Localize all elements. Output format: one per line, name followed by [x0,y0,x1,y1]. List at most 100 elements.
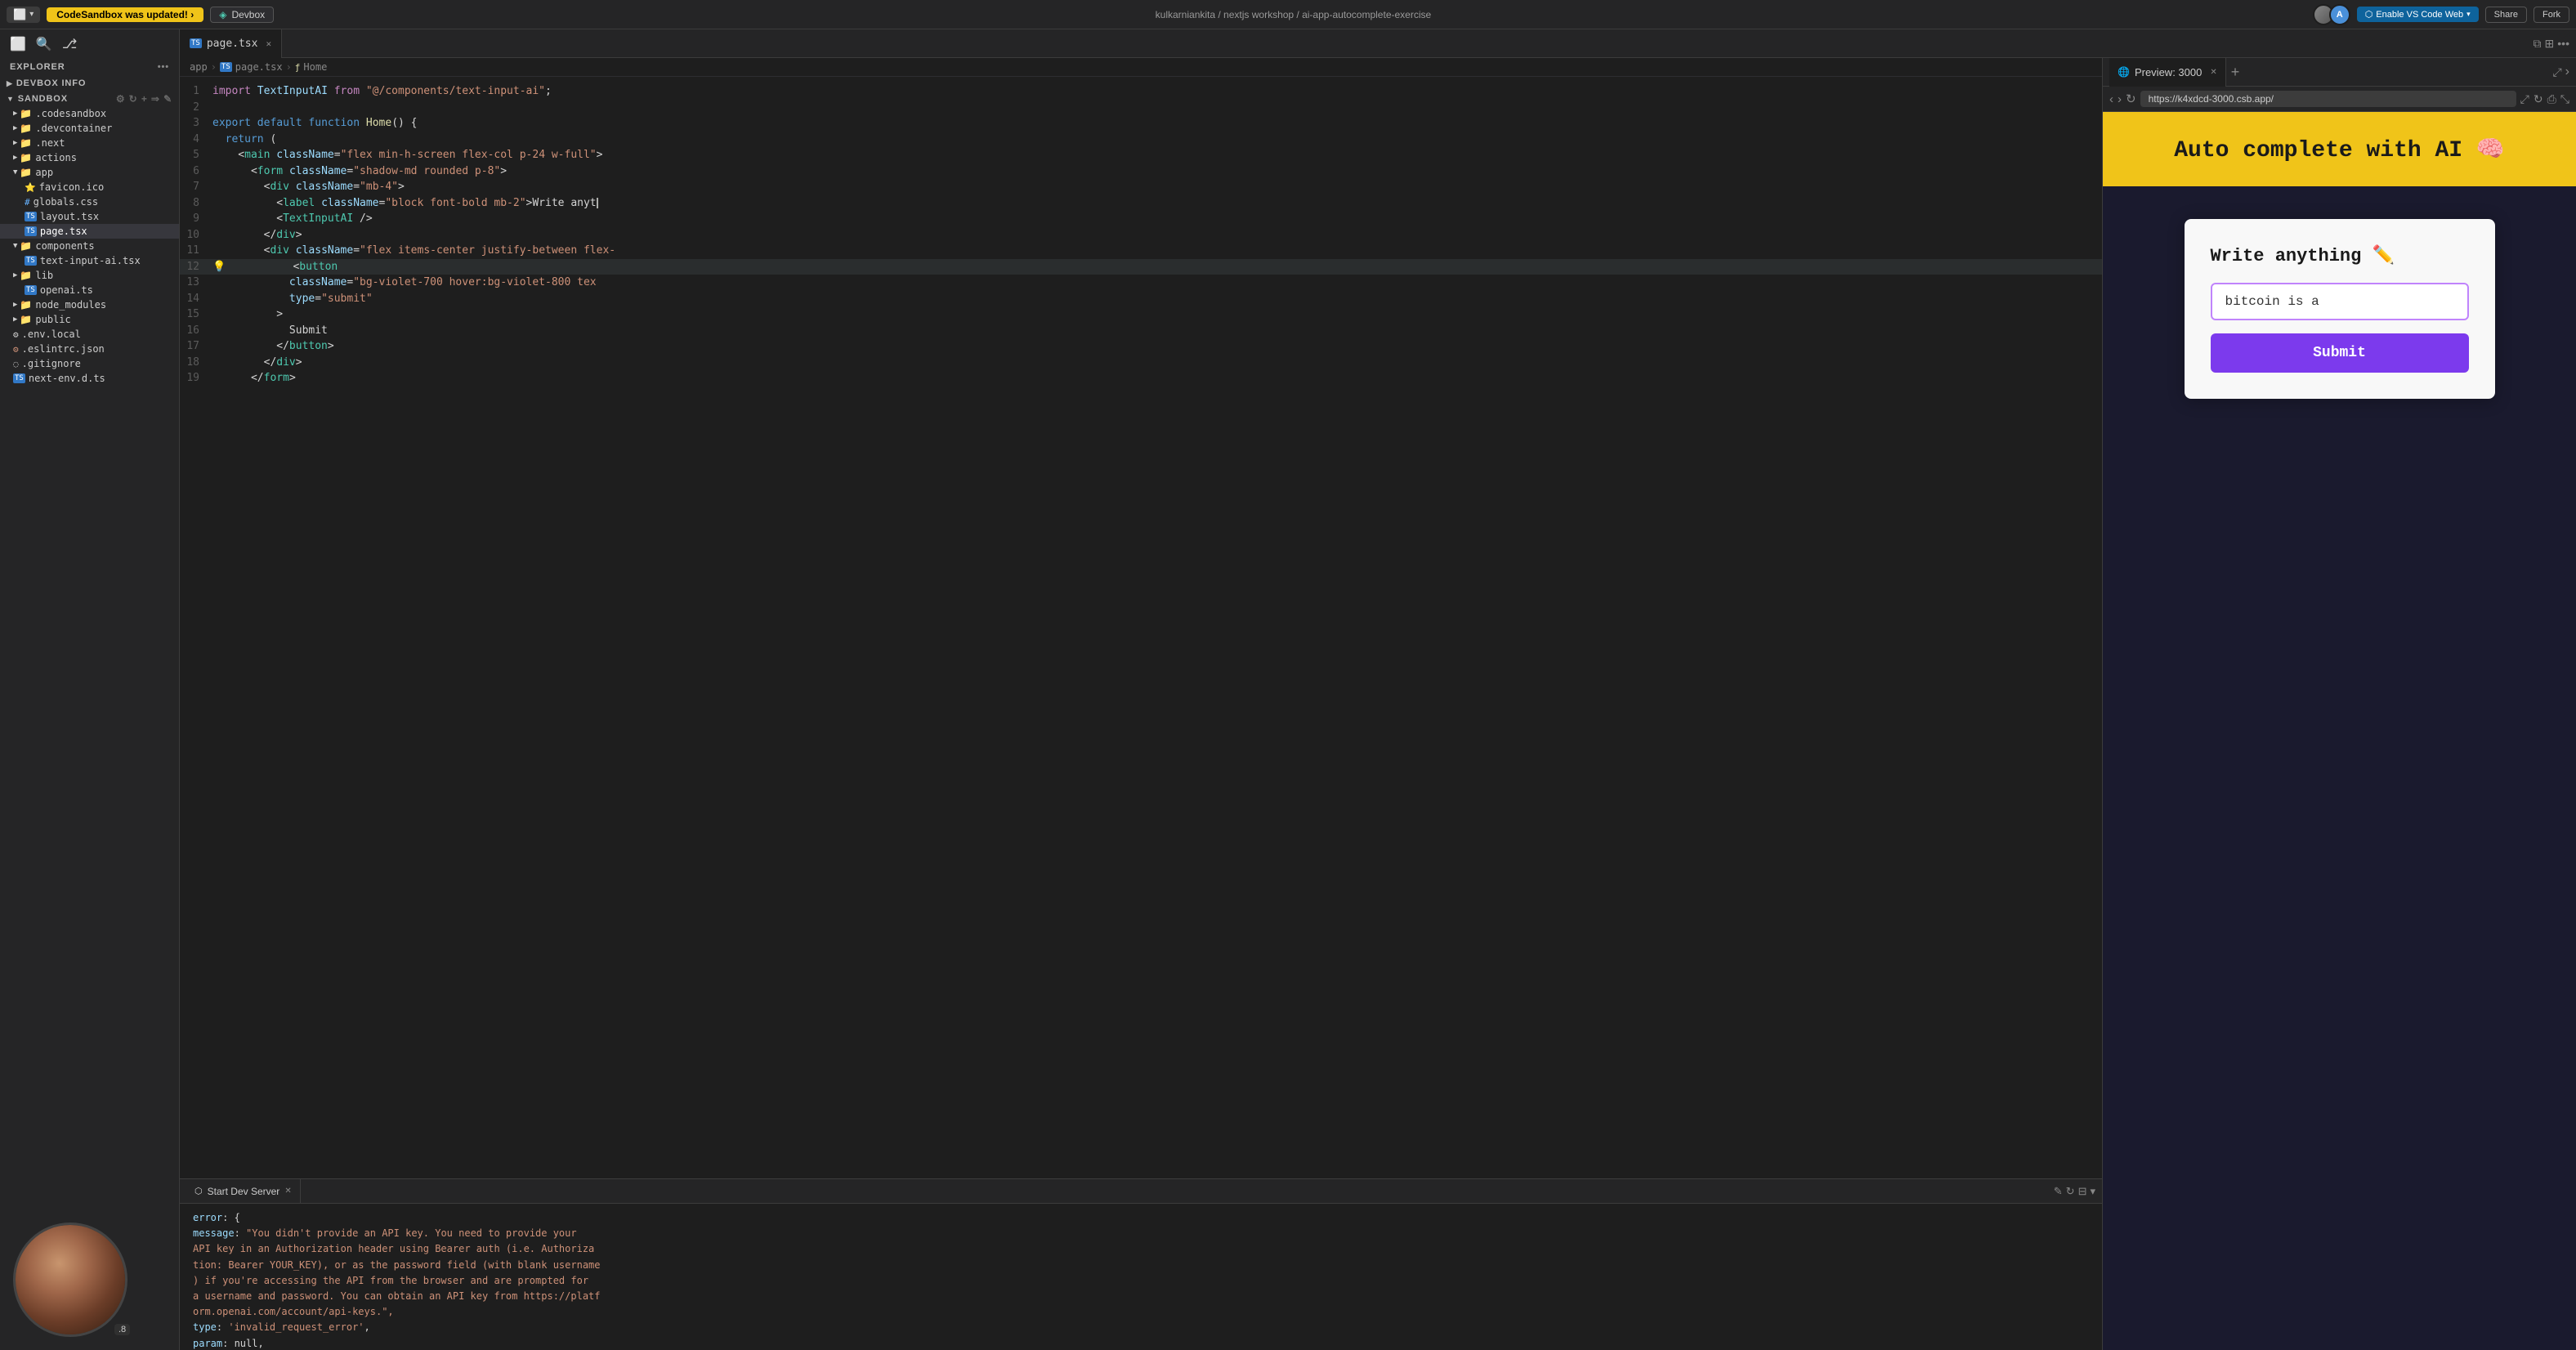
terminal-refresh-button[interactable]: ↻ [2066,1185,2075,1198]
file-icon-git: ◌ [13,359,19,369]
sidebar-item-nextenv[interactable]: TS next-env.d.ts [0,371,179,386]
share-button[interactable]: Share [2485,7,2527,23]
sidebar-search-icon[interactable]: 🔍 [36,36,52,52]
code-line-9: 9 <TextInputAI /> [180,211,2102,227]
addr-reload-button[interactable]: ↻ [2126,92,2136,106]
code-line-19: 19 </form> [180,370,2102,387]
addr-share-icon[interactable]: ⎙ [2547,92,2556,106]
code-line-3: 3 export default function Home() { [180,115,2102,132]
folder-chevron-icon: ▶ [13,271,17,279]
preview-text-input[interactable] [2211,283,2469,320]
tab-close-icon[interactable]: ✕ [266,38,271,49]
sidebar-item-app[interactable]: ▼ 📁 app [0,165,179,180]
line-content: </button> [212,338,334,355]
editor-layout-button[interactable]: ⊞ [2545,37,2555,51]
editor-more-button[interactable]: ••• [2557,37,2569,50]
sidebar-item-textinput[interactable]: TS text-input-ai.tsx [0,253,179,268]
enable-vscode-button[interactable]: ⬡ Enable VS Code Web ▾ [2357,7,2479,22]
sidebar-item-components[interactable]: ▼ 📁 components [0,239,179,253]
sidebar-item-gitignore[interactable]: ◌ .gitignore [0,356,179,371]
sidebar-item-env[interactable]: ⚙ .env.local [0,327,179,342]
sidebar-item-next[interactable]: ▶ 📁 .next [0,136,179,150]
code-line-14: 14 type="submit" [180,291,2102,307]
toggle-sidebar-button[interactable]: ⬜ ▾ [7,7,40,23]
sidebar-item-actions[interactable]: ▶ 📁 actions [0,150,179,165]
sidebar-item-lib[interactable]: ▶ 📁 lib [0,268,179,283]
line-number: 11 [180,243,212,259]
sidebar-pages-icon[interactable]: ⬜ [10,36,26,52]
preview-pop-out-button[interactable]: ⤢ [2552,65,2561,79]
sidebar-item-eslint[interactable]: ⚙ .eslintrc.json [0,342,179,356]
code-content[interactable]: 1 import TextInputAI from "@/components/… [180,77,2102,1178]
fork-button[interactable]: Fork [2534,7,2569,23]
terminal-split-button[interactable]: ⊟ [2078,1185,2087,1198]
editor-preview-container: TS page.tsx ✕ ⧉ ⊞ ••• app › TS [180,29,2576,1350]
code-line-11: 11 <div className="flex items-center jus… [180,243,2102,259]
sandbox-actions-icon[interactable]: ⚙ ↻ + ⇒ ✎ [116,93,172,105]
terminal-new-button[interactable]: ✎ [2054,1185,2063,1198]
breadcrumb-bar: app › TS page.tsx › ƒ Home [180,58,2102,77]
file-label: .gitignore [22,358,81,369]
submit-label: Submit [2313,345,2366,361]
preview-submit-button[interactable]: Submit [2211,333,2469,373]
devbox-tab[interactable]: ◈ Devbox [210,7,274,23]
sidebar-item-globals[interactable]: # globals.css [0,194,179,209]
addr-expand-icon[interactable]: ⤡ [2560,92,2569,106]
sidebar-item-layout[interactable]: TS layout.tsx [0,209,179,224]
terminal-line-6: a username and password. You can obtain … [193,1289,2089,1304]
addr-refresh2-icon[interactable]: ↻ [2534,92,2543,106]
terminal-content[interactable]: error: { message: "You didn't provide an… [180,1204,2102,1350]
code-line-6: 6 <form className="shadow-md rounded p-8… [180,163,2102,180]
line-number: 8 [180,195,212,212]
terminal-close-icon[interactable]: ✕ [284,1187,291,1196]
preview-tab-close-icon[interactable]: ✕ [2210,68,2216,77]
preview-tab-add-button[interactable]: + [2226,65,2245,79]
explorer-menu-icon[interactable]: ••• [158,62,169,72]
folder-label: lib [35,270,53,281]
devbox-info-header[interactable]: ▶ DEVBOX INFO [0,75,179,90]
addr-back-button[interactable]: ‹ [2109,92,2113,106]
sidebar-item-page[interactable]: TS page.tsx [0,224,179,239]
preview-tab-icon: 🌐 [2118,66,2130,78]
codesandbox-update-badge[interactable]: CodeSandbox was updated! › [47,7,203,22]
line-number: 13 [180,275,212,291]
line-content: <TextInputAI /> [212,211,373,227]
editor-tab-page[interactable]: TS page.tsx ✕ [180,29,282,58]
addr-forward-button[interactable]: › [2118,92,2122,106]
breadcrumb-home-icon: ƒ [295,62,301,73]
sidebar-item-openai[interactable]: TS openai.ts [0,283,179,297]
devbox-info-label: DEVBOX INFO [16,78,86,88]
addr-external-icon[interactable]: ⤢ [2520,92,2529,106]
line-content: <label className="block font-bold mb-2">… [212,195,598,212]
code-line-8: 8 <label className="block font-bold mb-2… [180,195,2102,212]
split-editor-button[interactable]: ⧉ [2534,37,2542,51]
terminal-collapse-button[interactable]: ▾ [2090,1185,2095,1198]
folder-label: components [35,240,94,252]
preview-forward-button[interactable]: › [2565,65,2569,79]
editor-section-tabs: TS page.tsx ✕ ⧉ ⊞ ••• [180,29,2576,58]
preview-card-title: Write anything ✏️ [2211,245,2469,266]
preview-tab-label: Preview: 3000 [2135,66,2202,78]
sidebar-git-icon[interactable]: ⎇ [62,36,77,52]
sidebar-item-devcontainer[interactable]: ▶ 📁 .devcontainer [0,121,179,136]
webcam-face [16,1225,125,1334]
folder-icon: 📁 [20,108,32,119]
sidebar-item-codesandbox[interactable]: ▶ 📁 .codesandbox [0,106,179,121]
lightbulb-icon[interactable]: 💡 [212,259,226,275]
preview-tab[interactable]: 🌐 Preview: 3000 ✕ [2109,58,2226,87]
line-number: 14 [180,291,212,307]
folder-label: app [35,167,53,178]
folder-label: public [35,314,70,325]
terminal-tab[interactable]: ⬡ Start Dev Server ✕ [186,1179,301,1204]
editor-tab-bar: TS page.tsx ✕ ⧉ ⊞ ••• [180,29,2576,58]
folder-label: node_modules [35,299,106,311]
code-line-1: 1 import TextInputAI from "@/components/… [180,83,2102,100]
terminal-line-3: API key in an Authorization header using… [193,1241,2089,1257]
folder-chevron-icon: ▼ [13,168,17,177]
sidebar-item-public[interactable]: ▶ 📁 public [0,312,179,327]
address-input[interactable] [2140,91,2516,107]
line-number: 12 [180,259,212,275]
sidebar-item-nodemodules[interactable]: ▶ 📁 node_modules [0,297,179,312]
sidebar-item-favicon[interactable]: ⭐ favicon.ico [0,180,179,194]
sandbox-header[interactable]: ▼ SANDBOX ⚙ ↻ + ⇒ ✎ [0,90,179,106]
